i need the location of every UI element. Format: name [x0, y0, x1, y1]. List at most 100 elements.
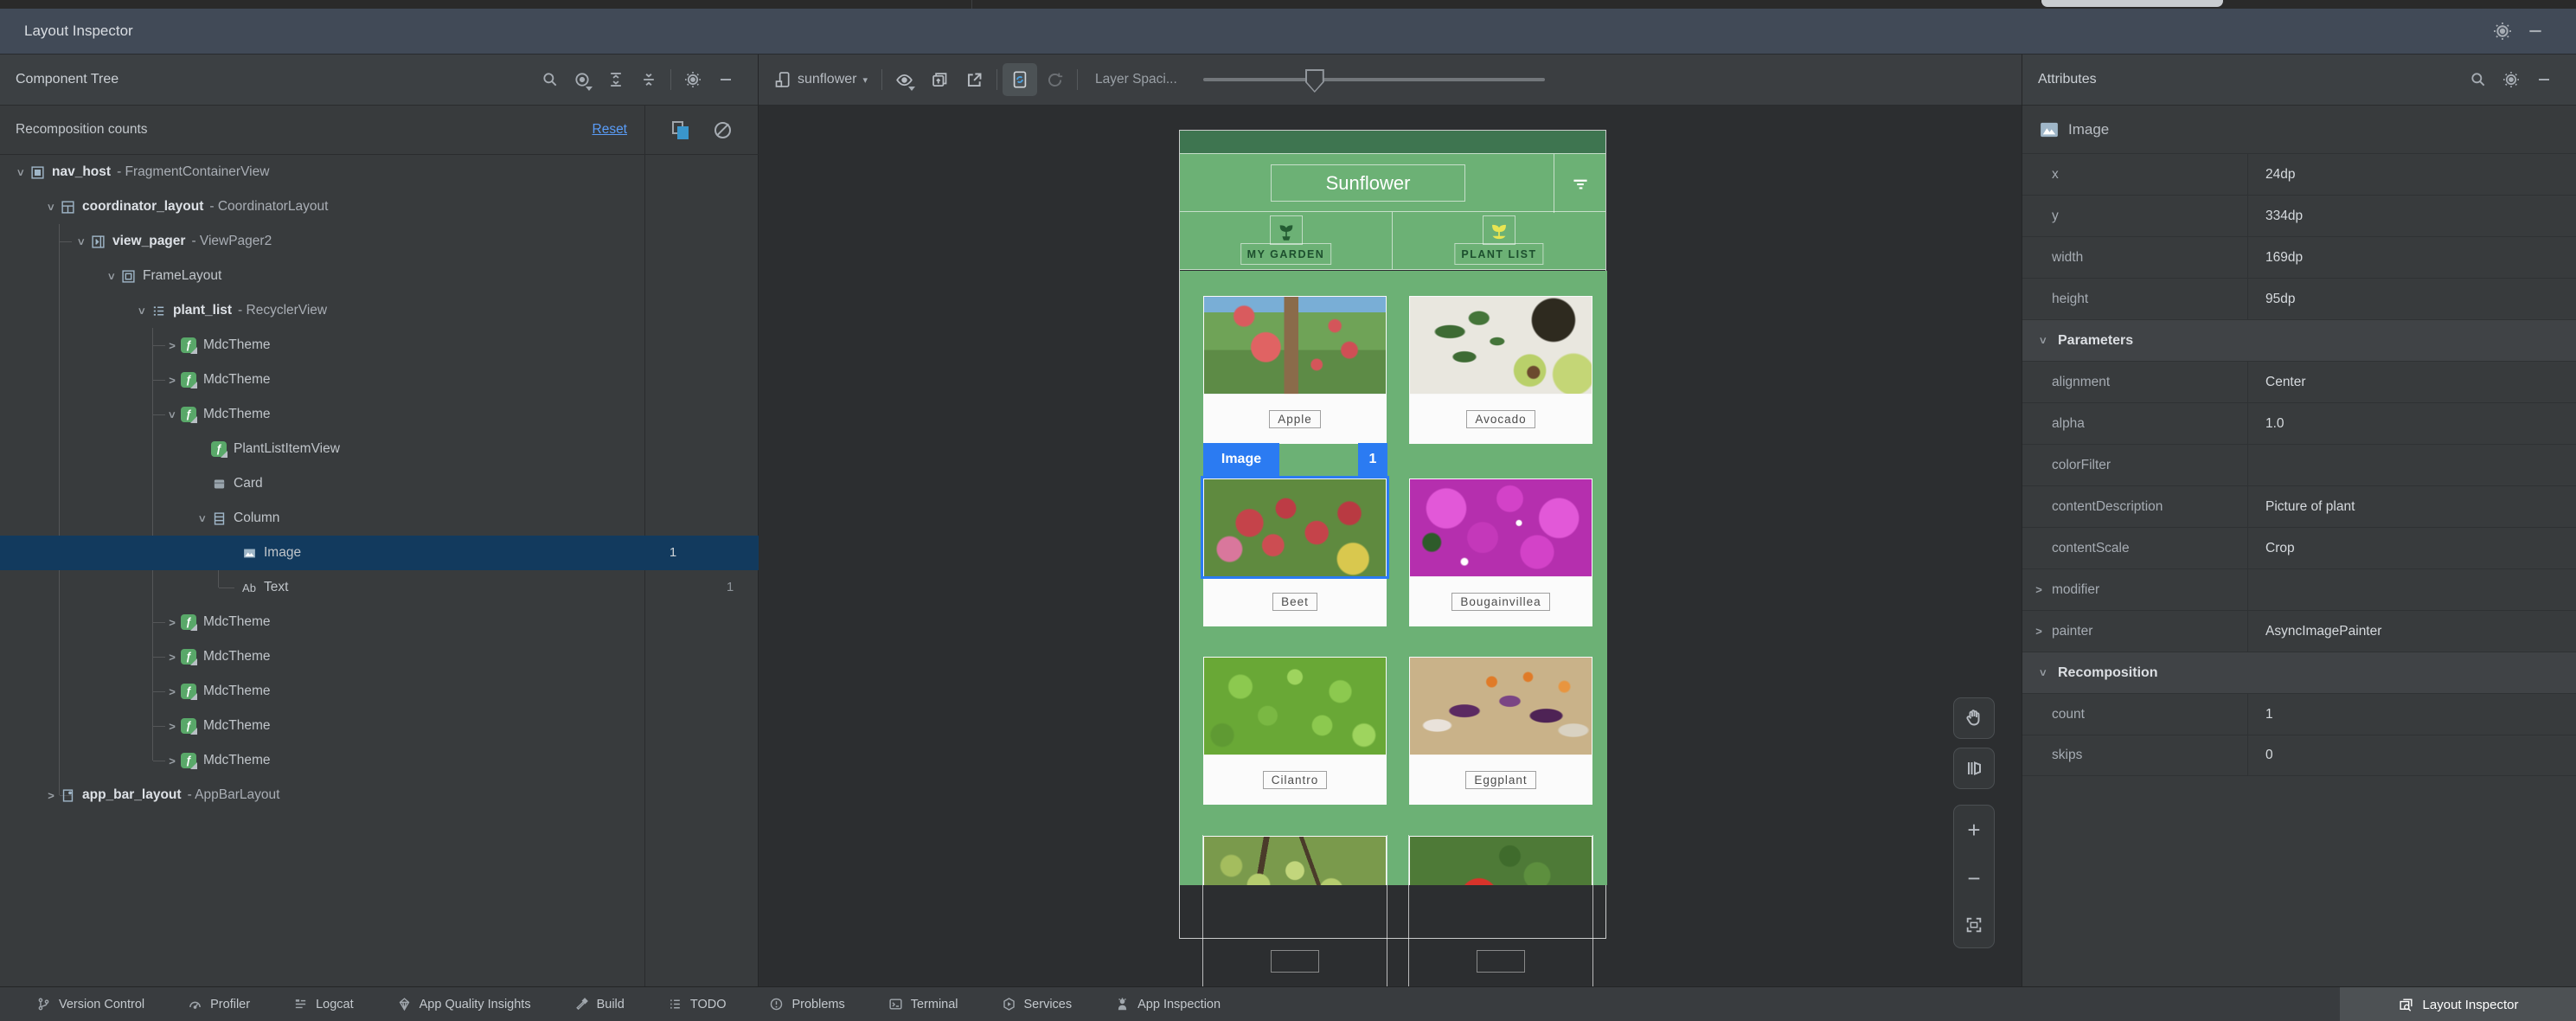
tool-button-terminal[interactable]: Terminal [888, 997, 958, 1011]
tree-row-plant-list-item-view[interactable]: > ƒ PlantListItemView [0, 432, 759, 466]
tool-window-title: Layout Inspector [24, 22, 133, 39]
tree-row-card[interactable]: > Card [0, 466, 759, 501]
frame-layout-icon [120, 268, 136, 284]
filter-icon[interactable] [1554, 154, 1606, 213]
tool-button-app-inspection[interactable]: App Inspection [1115, 997, 1221, 1011]
chevron-expanded-icon[interactable]: > [75, 233, 88, 250]
tree-row-mdctheme[interactable]: > ƒ MdcTheme [0, 605, 759, 639]
tree-row-mdctheme[interactable]: > ƒ MdcTheme [0, 674, 759, 709]
refresh-icon[interactable] [1037, 63, 1072, 96]
compose-icon: ƒ [181, 718, 197, 735]
tree-row-coordinator-layout[interactable]: > coordinator_layout - CoordinatorLayout [0, 189, 759, 224]
snapshot-icon[interactable] [922, 63, 957, 96]
chevron-expanded-icon[interactable]: > [196, 510, 209, 527]
zoom-fit-icon[interactable] [1964, 915, 1983, 934]
chevron-expanded-icon[interactable]: > [166, 406, 179, 423]
collapse-all-icon[interactable] [632, 63, 665, 96]
recycler-list-icon [151, 303, 166, 318]
rotation-button[interactable] [1953, 748, 1995, 789]
render-canvas[interactable]: Sunflower MY GARDEN PLANT LIST Apple Avo… [759, 106, 2022, 986]
chevron-expanded-icon[interactable]: > [106, 267, 119, 285]
tool-button-layout-inspector[interactable]: Layout Inspector [2340, 987, 2576, 1021]
chevron-collapsed-icon[interactable]: > [163, 374, 181, 387]
tree-row-mdctheme[interactable]: > ƒ MdcTheme [0, 363, 759, 397]
gear-icon[interactable] [676, 63, 709, 96]
plant-photo-eggplant [1410, 658, 1592, 755]
layer-spacing-slider[interactable] [1202, 69, 1545, 93]
tree-row-column[interactable]: > Column [0, 501, 759, 536]
chevron-collapsed-icon[interactable]: > [163, 651, 181, 664]
chevron-collapsed-icon[interactable]: > [163, 720, 181, 733]
chevron-expanded-icon[interactable]: > [15, 164, 28, 181]
tree-row-plant-list[interactable]: > plant_list - RecyclerView [0, 293, 759, 328]
slider-thumb[interactable] [1304, 69, 1324, 93]
plant-card-eggplant[interactable]: Eggplant [1409, 657, 1592, 805]
view-options-button[interactable] [888, 63, 922, 96]
device-screen[interactable]: Sunflower MY GARDEN PLANT LIST Apple Avo… [1179, 130, 1607, 939]
minimize-icon[interactable] [2528, 63, 2560, 96]
reset-counts-link[interactable]: Reset [593, 122, 628, 138]
component-tree-header: Component Tree [0, 55, 758, 106]
visibility-icon[interactable] [567, 63, 599, 96]
layout-inspector-window: Layout Inspector Component Tree Recompos… [0, 0, 2576, 1021]
tree-row-app-bar-layout[interactable]: > app_bar_layout - AppBarLayout [0, 778, 759, 812]
popout-icon[interactable] [957, 63, 991, 96]
tree-row-text[interactable]: > Ab Text 1 [0, 570, 759, 605]
chevron-collapsed-icon[interactable]: > [163, 616, 181, 629]
tool-button-version-control[interactable]: Version Control [36, 997, 144, 1011]
tool-button-app-quality-insights[interactable]: App Quality Insights [397, 997, 531, 1011]
chevron-collapsed-icon[interactable]: > [2033, 583, 2045, 596]
expand-all-icon[interactable] [599, 63, 632, 96]
plant-card-bougainvillea[interactable]: Bougainvillea [1409, 478, 1592, 626]
tree-row-view-pager[interactable]: > view_pager - ViewPager2 [0, 224, 759, 259]
tool-button-todo[interactable]: TODO [668, 997, 726, 1011]
chevron-collapsed-icon[interactable]: > [163, 685, 181, 698]
tree-row-frame-layout[interactable]: > FrameLayout [0, 259, 759, 293]
tab-my-garden[interactable]: MY GARDEN [1180, 212, 1393, 269]
tree-row-mdctheme[interactable]: > ƒ MdcTheme [0, 328, 759, 363]
gear-icon[interactable] [2486, 15, 2519, 48]
search-icon[interactable] [2462, 63, 2495, 96]
tool-button-profiler[interactable]: Profiler [188, 997, 250, 1011]
tree-row-mdctheme[interactable]: > ƒ MdcTheme [0, 397, 759, 432]
tree-row-mdctheme[interactable]: > ƒ MdcTheme [0, 743, 759, 778]
attribute-row-expandable: > painter AsyncImagePainter [2022, 610, 2576, 652]
minimize-icon[interactable] [2519, 15, 2552, 48]
process-selector[interactable]: sunflower ▾ [774, 71, 868, 88]
section-parameters[interactable]: > Parameters [2022, 319, 2576, 361]
chevron-expanded-icon[interactable]: > [45, 198, 58, 215]
zoom-out-icon[interactable]: − [1967, 867, 1980, 889]
chevron-collapsed-icon[interactable]: > [42, 789, 60, 802]
recomposition-highlight-icon[interactable] [672, 120, 689, 139]
tab-plant-list[interactable]: PLANT LIST [1393, 212, 1605, 269]
tree-row-image[interactable]: > Image 1 [0, 536, 759, 570]
wireframe-label-bounds [1271, 950, 1319, 973]
chevron-collapsed-icon[interactable]: > [163, 755, 181, 767]
pan-button[interactable] [1953, 697, 1995, 739]
plant-card-cilantro[interactable]: Cilantro [1203, 657, 1387, 805]
chevron-collapsed-icon[interactable]: > [163, 339, 181, 352]
compose-icon: ƒ [181, 753, 197, 769]
tool-button-services[interactable]: Services [1002, 997, 1072, 1011]
search-icon[interactable] [534, 63, 567, 96]
live-updates-toggle[interactable] [1003, 63, 1038, 96]
tool-button-problems[interactable]: Problems [769, 997, 845, 1011]
tool-button-build[interactable]: Build [574, 997, 625, 1011]
plant-card-avocado[interactable]: Avocado [1409, 296, 1592, 444]
section-recomposition[interactable]: > Recomposition [2022, 652, 2576, 693]
plant-card-apple[interactable]: Apple [1203, 296, 1387, 444]
tool-button-logcat[interactable]: Logcat [293, 997, 354, 1011]
chevron-collapsed-icon[interactable]: > [2033, 625, 2045, 638]
attribute-row: alignment Center [2022, 361, 2576, 402]
tree-row-nav-host[interactable]: > nav_host - FragmentContainerView [0, 155, 759, 189]
attribute-row: height 95dp [2022, 278, 2576, 319]
tree-row-mdctheme[interactable]: > ƒ MdcTheme [0, 639, 759, 674]
tree-row-mdctheme[interactable]: > ƒ MdcTheme [0, 709, 759, 743]
text-icon: Ab [242, 581, 256, 594]
process-name: sunflower [798, 72, 857, 87]
chevron-expanded-icon[interactable]: > [136, 302, 149, 319]
clear-counts-icon[interactable] [714, 121, 731, 138]
minimize-icon[interactable] [709, 63, 742, 96]
gear-icon[interactable] [2495, 63, 2528, 96]
zoom-in-icon[interactable]: + [1967, 819, 1980, 841]
